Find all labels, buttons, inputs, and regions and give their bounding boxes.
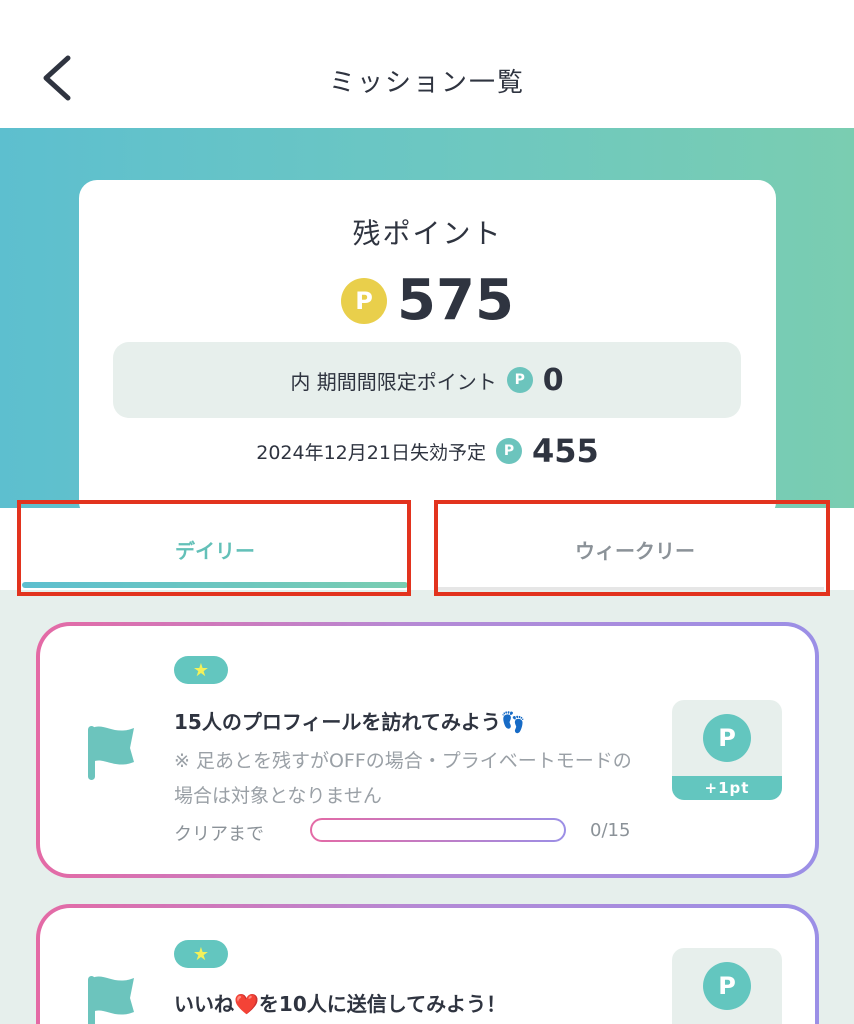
point-coin-icon: P <box>703 962 751 1010</box>
star-badge: ★ <box>174 940 228 968</box>
points-card: 残ポイント P 575 内 期間間限定ポイント P 0 2024年12月21日失… <box>79 180 776 520</box>
point-coin-icon: P <box>703 714 751 762</box>
tab-divider <box>438 587 824 590</box>
expiring-points-row: 2024年12月21日失効予定 P 455 <box>79 432 776 470</box>
expiring-points-value: 455 <box>531 432 599 470</box>
mission-tabs: デイリー ウィークリー <box>0 508 854 590</box>
point-coin-icon: P <box>495 438 522 464</box>
flag-icon <box>88 726 134 780</box>
tab-weekly[interactable]: ウィークリー <box>438 508 832 590</box>
remaining-points-label: 残ポイント <box>352 217 503 250</box>
expire-date-label: 2024年12月21日失効予定 <box>256 441 486 464</box>
mission-note: ※ 足あとを残すがOFFの場合・プライベートモードの場合は対象となりません <box>174 750 632 807</box>
active-tab-indicator <box>22 582 408 588</box>
reward-points: +1pt <box>672 776 782 800</box>
mission-card[interactable]: ★ 15人のプロフィールを訪れてみよう👣 ※ 足あとを残すがOFFの場合・プライ… <box>36 622 819 878</box>
reward-badge: P +1pt <box>672 700 782 800</box>
page-title: ミッション一覧 <box>328 68 525 98</box>
star-badge: ★ <box>174 656 228 684</box>
total-points-value: 575 <box>397 268 514 333</box>
flag-icon <box>88 976 134 1024</box>
limited-points-value: 0 <box>542 362 564 398</box>
tab-daily[interactable]: デイリー <box>22 508 408 590</box>
total-points-row: P 575 <box>79 268 776 333</box>
progress-label: クリアまで <box>174 824 264 845</box>
reward-badge: P <box>672 948 782 1024</box>
mission-title: 15人のプロフィールを訪れてみよう👣 <box>174 710 526 734</box>
app-header: ミッション一覧 <box>0 0 854 128</box>
mission-title: いいね❤️を10人に送信してみよう！ <box>174 992 507 1016</box>
progress-bar <box>310 818 566 842</box>
mission-card[interactable]: ★ いいね❤️を10人に送信してみよう！ P <box>36 904 819 1024</box>
mission-card-body: ★ いいね❤️を10人に送信してみよう！ P <box>40 908 815 1024</box>
mission-card-body: ★ 15人のプロフィールを訪れてみよう👣 ※ 足あとを残すがOFFの場合・プライ… <box>40 626 815 874</box>
point-coin-icon: P <box>341 277 388 324</box>
limited-points-box: 内 期間間限定ポイント P 0 <box>113 342 741 418</box>
progress-count: 0/15 <box>590 820 631 841</box>
limited-points-label: 内 期間間限定ポイント <box>290 369 497 394</box>
point-coin-icon: P <box>506 367 533 393</box>
